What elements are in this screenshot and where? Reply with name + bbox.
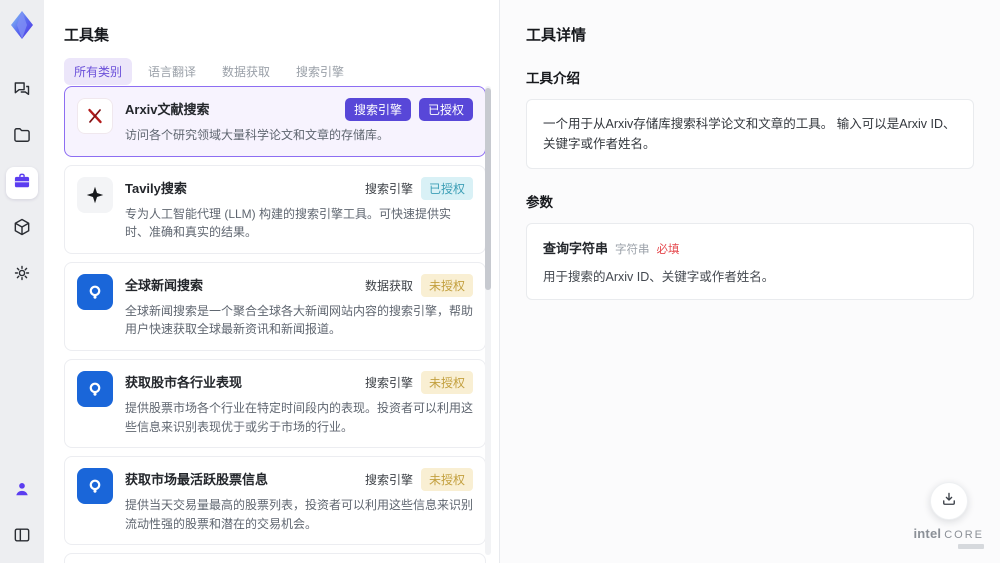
- tool-description: 提供当天交易量最高的股票列表，投资者可以利用这些信息来识别流动性强的股票和潜在的…: [125, 498, 474, 531]
- tool-card[interactable]: Arxiv文献搜索 搜索引擎 已授权 访问各个研究领域大量科学论文和文章的存储库…: [64, 86, 486, 157]
- param-card: 查询字符串 字符串 必填 用于搜索的Arxiv ID、关键字或作者姓名。: [526, 223, 974, 300]
- tool-description: 提供股票市场各个行业在特定时间段内的表现。投资者可以利用这些信息来识别表现优于或…: [125, 400, 474, 434]
- category-tab-label: 搜索引擎: [296, 65, 345, 79]
- left-rail: [0, 0, 44, 563]
- tool-name: 获取股市各行业表现: [125, 374, 243, 390]
- sparkle-icon: [77, 176, 113, 213]
- tool-name: Tavily搜索: [125, 180, 187, 196]
- tool-description: 访问各个研究领域大量科学论文和文章的存储库。: [125, 128, 390, 142]
- panel-icon: [12, 525, 32, 550]
- sidebar-item-account[interactable]: [6, 475, 38, 507]
- tool-list: Arxiv文献搜索 搜索引擎 已授权 访问各个研究领域大量科学论文和文章的存储库…: [64, 86, 486, 563]
- tool-auth-badge: 未授权: [420, 370, 473, 394]
- intel-core-logo: intel core: [913, 527, 984, 549]
- news-icon: [77, 370, 113, 407]
- param-type: 字符串: [615, 244, 650, 256]
- category-tab[interactable]: 数据获取: [212, 58, 280, 85]
- detail-title: 工具详情: [526, 27, 587, 44]
- tool-category-label: 数据获取: [364, 278, 413, 293]
- intro-text: 一个用于从Arxiv存储库搜索科学论文和文章的工具。 输入可以是Arxiv ID…: [543, 117, 956, 151]
- category-tabs: 所有类别 语言翻译 数据获取 搜索引擎: [64, 58, 354, 85]
- tool-auth-badge: 未授权: [420, 468, 473, 492]
- core-wordmark: core: [944, 529, 984, 541]
- params-section-title: 参数: [526, 195, 553, 210]
- sidebar-item-models[interactable]: [6, 213, 38, 245]
- tool-card[interactable]: 全球新闻搜索 数据获取 未授权 全球新闻搜索是一个聚合全球各大新闻网站内容的搜索…: [64, 261, 486, 351]
- tool-auth-badge: 已授权: [418, 98, 473, 121]
- tool-list-pane: 工具集 所有类别 语言翻译 数据获取 搜索引擎 Arxiv文献搜索 搜索引擎 已…: [44, 0, 500, 563]
- tool-auth-badge: 未授权: [420, 273, 473, 297]
- tool-card[interactable]: 万维地区新闻查询 搜索引擎 未授权 查询具体行政区划内的新闻，快速了解各地新闻动…: [64, 553, 486, 563]
- tool-category-label: 搜索引擎: [364, 181, 413, 196]
- tool-card[interactable]: Tavily搜索 搜索引擎 已授权 专为人工智能代理 (LLM) 构建的搜索引擎…: [64, 164, 486, 254]
- category-tab[interactable]: 搜索引擎: [286, 58, 354, 85]
- chat-icon: [12, 79, 32, 104]
- app-logo-icon: [6, 9, 38, 41]
- sidebar-item-collapse[interactable]: [6, 521, 38, 553]
- tool-description: 专为人工智能代理 (LLM) 构建的搜索引擎工具。可快速提供实时、准确和真实的结…: [125, 206, 452, 240]
- download-button[interactable]: [929, 482, 968, 520]
- sidebar-item-chat[interactable]: [6, 75, 38, 107]
- page-title: 工具集: [64, 27, 110, 44]
- tool-description: 全球新闻搜索是一个聚合全球各大新闻网站内容的搜索引擎，帮助用户快速获取全球最新资…: [125, 303, 474, 337]
- category-tab-label: 数据获取: [222, 65, 271, 79]
- user-icon: [12, 479, 32, 504]
- folder-icon: [12, 125, 32, 150]
- tool-category-label: 搜索引擎: [364, 473, 413, 488]
- sidebar-item-tools[interactable]: [6, 167, 38, 199]
- briefcase-icon: [12, 171, 32, 196]
- arxiv-icon: [77, 98, 113, 134]
- download-icon: [940, 490, 958, 513]
- param-name: 查询字符串: [543, 241, 609, 256]
- news-icon: [77, 273, 113, 310]
- tool-auth-badge: 已授权: [420, 176, 473, 200]
- intro-card: 一个用于从Arxiv存储库搜索科学论文和文章的工具。 输入可以是Arxiv ID…: [526, 99, 974, 169]
- category-tab-label: 所有类别: [74, 65, 123, 79]
- sidebar-item-settings[interactable]: [6, 259, 38, 291]
- tool-name: 获取市场最活跃股票信息: [125, 472, 269, 488]
- tool-name: 全球新闻搜索: [125, 277, 204, 293]
- sidebar-item-files[interactable]: [6, 121, 38, 153]
- cube-icon: [12, 217, 32, 242]
- intel-wordmark: intel: [913, 526, 942, 541]
- news-icon: [77, 468, 113, 505]
- tool-detail-pane: 工具详情 工具介绍 一个用于从Arxiv存储库搜索科学论文和文章的工具。 输入可…: [500, 0, 1000, 563]
- tool-card[interactable]: 获取股市各行业表现 搜索引擎 未授权 提供股票市场各个行业在特定时间段内的表现。…: [64, 358, 486, 449]
- tool-category-label: 搜索引擎: [364, 375, 413, 390]
- category-tab[interactable]: 所有类别: [64, 58, 133, 85]
- intel-badge-bar: [958, 544, 984, 549]
- category-tab-label: 语言翻译: [148, 65, 197, 79]
- gear-icon: [12, 263, 32, 288]
- param-required-badge: 必填: [656, 244, 680, 256]
- tool-card[interactable]: 获取市场最活跃股票信息 搜索引擎 未授权 提供当天交易量最高的股票列表，投资者可…: [64, 456, 486, 546]
- app-window: 工具集 所有类别 语言翻译 数据获取 搜索引擎 Arxiv文献搜索 搜索引擎 已…: [0, 0, 1000, 563]
- param-description: 用于搜索的Arxiv ID、关键字或作者姓名。: [543, 270, 775, 284]
- category-tab[interactable]: 语言翻译: [138, 58, 206, 85]
- scrollbar-thumb[interactable]: [485, 88, 491, 290]
- tool-name: Arxiv文献搜索: [125, 102, 210, 117]
- intro-section-title: 工具介绍: [526, 71, 580, 86]
- floating-corner: intel core: [913, 482, 984, 549]
- tool-category-label: 搜索引擎: [344, 98, 411, 121]
